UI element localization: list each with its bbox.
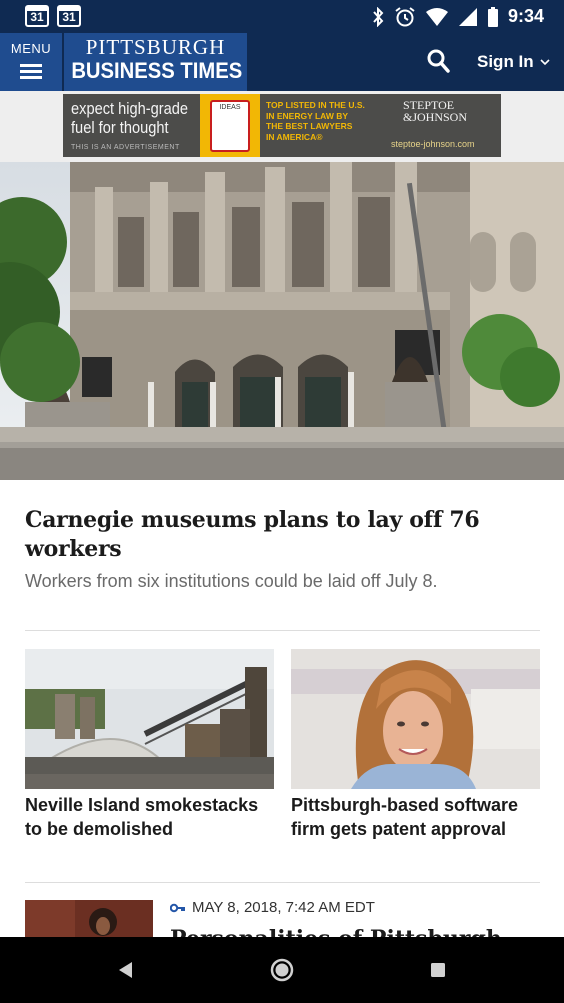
calendar-notification-icon: 31 — [57, 5, 81, 27]
calendar-notification-icon: 31 — [25, 5, 49, 27]
ad-tagline: TOP LISTED IN THE U.S. IN ENERGY LAW BY … — [266, 100, 365, 142]
status-time: 9:34 — [507, 6, 544, 26]
ad-firm-logo: STEPTOE &JOHNSON — [403, 98, 468, 124]
battery-icon — [487, 6, 498, 27]
story-image-portrait[interactable] — [291, 649, 540, 789]
app-header: MENU PITTSBURGH BUSINESS TIMES Sign In — [0, 33, 564, 91]
back-icon[interactable] — [111, 955, 141, 985]
site-logo[interactable]: PITTSBURGH BUSINESS TIMES — [64, 33, 247, 91]
fuel-pump-graphic: IDEAS — [200, 94, 260, 157]
story-title[interactable]: Neville Island smokestacks to be demolis… — [25, 794, 274, 841]
hero-image[interactable] — [0, 162, 564, 480]
bluetooth-icon — [373, 6, 384, 27]
key-icon — [170, 903, 185, 912]
home-icon[interactable] — [267, 955, 297, 985]
search-icon[interactable] — [426, 48, 450, 74]
ad-headline: expect high-grade fuel for thought — [71, 99, 189, 137]
chevron-down-icon — [540, 59, 550, 66]
alarm-icon — [395, 6, 415, 26]
hamburger-icon — [20, 64, 42, 79]
list-item-title[interactable]: Personalities of Pittsburgh — [170, 925, 540, 937]
hero-summary: Workers from six institutions could be l… — [25, 571, 438, 591]
ad-area: expect high-grade fuel for thought THIS … — [0, 91, 564, 162]
sign-in-label: Sign In — [477, 52, 534, 71]
hero-headline[interactable]: Carnegie museums plans to lay off 76 wor… — [25, 506, 540, 564]
ad-disclaimer: THIS IS AN ADVERTISEMENT — [71, 144, 180, 151]
menu-label: MENU — [10, 41, 52, 56]
story-image-smokestacks[interactable] — [25, 649, 274, 789]
list-item-thumbnail[interactable] — [25, 900, 153, 937]
logo-line-1: PITTSBURGH — [85, 35, 226, 59]
signal-icon — [458, 7, 477, 26]
logo-line-2: BUSINESS TIMES — [71, 58, 243, 83]
divider — [25, 630, 540, 631]
list-item-date: MAY 8, 2018, 7:42 AM EDT — [192, 899, 375, 916]
ad-pump-label: IDEAS — [219, 104, 241, 111]
story-title[interactable]: Pittsburgh-based software firm gets pate… — [291, 794, 540, 841]
recents-icon[interactable] — [423, 955, 453, 985]
ad-url: steptoe-johnson.com — [391, 139, 475, 149]
system-navigation-bar — [0, 937, 564, 1003]
list-item-meta: MAY 8, 2018, 7:42 AM EDT — [170, 899, 375, 916]
advertisement-banner[interactable]: expect high-grade fuel for thought THIS … — [63, 94, 501, 157]
sign-in-button[interactable]: Sign In — [477, 52, 550, 72]
menu-button[interactable]: MENU — [0, 33, 62, 91]
divider — [25, 882, 540, 883]
wifi-icon — [425, 7, 448, 26]
status-bar: 31 31 9:34 — [0, 0, 564, 33]
